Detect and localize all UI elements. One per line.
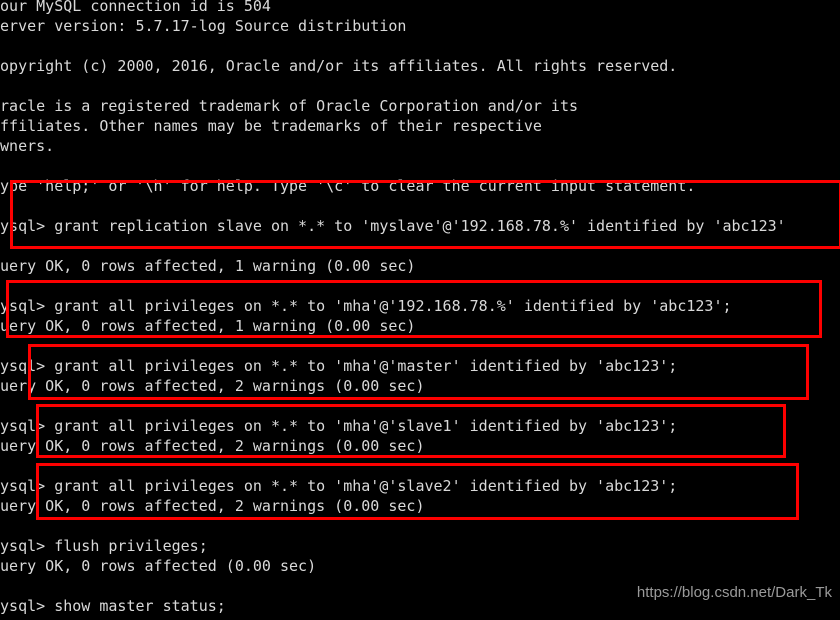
terminal-line: Your MySQL connection id is 504 (0, 0, 271, 15)
terminal-line: owners. (0, 137, 55, 155)
terminal-window[interactable]: Your MySQL connection id is 504 Server ve… (0, 0, 840, 620)
terminal-line: mysql> grant all privileges on *.* to 'm… (0, 297, 732, 315)
terminal-line: mysql> grant replication slave on *.* to… (0, 217, 786, 235)
terminal-line: Query OK, 0 rows affected (0.00 sec) (0, 557, 317, 575)
terminal-line: mysql> grant all privileges on *.* to 'm… (0, 417, 678, 435)
terminal-line: Oracle is a registered trademark of Orac… (0, 97, 578, 115)
terminal-line: Query OK, 0 rows affected, 2 warnings (0… (0, 497, 425, 515)
terminal-line: +------------------+----------+---------… (0, 616, 840, 620)
terminal-line: affiliates. Other names may be trademark… (0, 117, 542, 135)
terminal-line: Query OK, 0 rows affected, 1 warning (0.… (0, 317, 416, 335)
csdn-watermark: https://blog.csdn.net/Dark_Tk (636, 584, 832, 601)
terminal-line: Query OK, 0 rows affected, 1 warning (0.… (0, 257, 416, 275)
terminal-line: Server version: 5.7.17-log Source distri… (0, 17, 407, 35)
terminal-line: mysql> grant all privileges on *.* to 'm… (0, 477, 678, 495)
terminal-output: Your MySQL connection id is 504 Server ve… (0, 0, 840, 620)
terminal-line: mysql> grant all privileges on *.* to 'm… (0, 357, 678, 375)
terminal-line: Type 'help;' or '\h' for help. Type '\c'… (0, 177, 696, 195)
terminal-line: Query OK, 0 rows affected, 2 warnings (0… (0, 377, 425, 395)
terminal-line: Copyright (c) 2000, 2016, Oracle and/or … (0, 57, 678, 75)
terminal-line: mysql> flush privileges; (0, 537, 208, 555)
terminal-line: ; (0, 236, 840, 256)
terminal-line: Query OK, 0 rows affected, 2 warnings (0… (0, 437, 425, 455)
